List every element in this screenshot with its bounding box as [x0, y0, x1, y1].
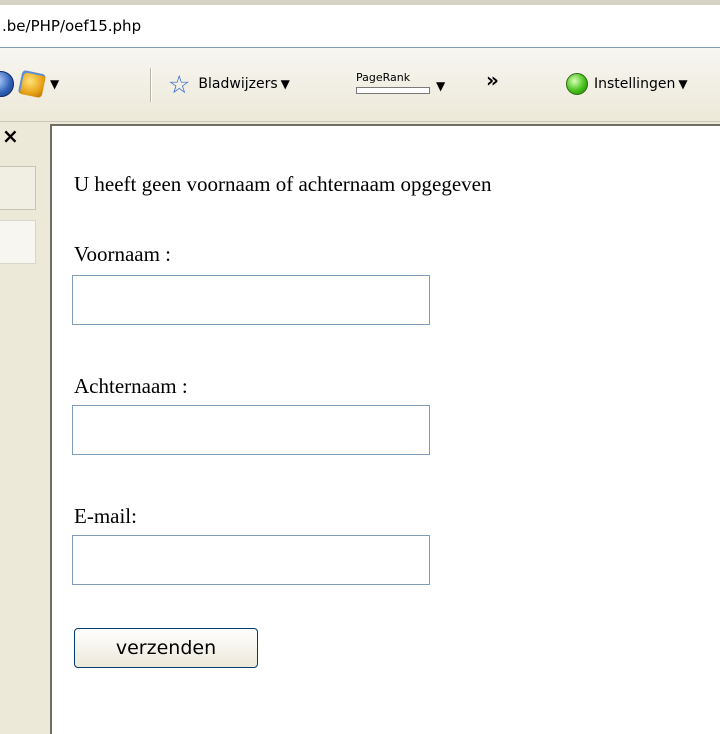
email-label: E-mail:	[74, 504, 137, 528]
window-edge	[0, 0, 720, 5]
address-bar[interactable]: .be/PHP/oef15.php	[0, 0, 720, 48]
green-status-icon	[566, 73, 588, 95]
pagerank-button[interactable]: PageRank ▼	[356, 60, 445, 104]
globe-icon	[0, 71, 14, 97]
bookmarks-label: Bladwijzers	[198, 76, 278, 92]
sidebar-item[interactable]	[0, 166, 36, 210]
toolbar: ▼ ☆ Bladwijzers ▼ PageRank ▼ » Instellin…	[0, 48, 720, 122]
close-icon[interactable]: ×	[2, 126, 19, 146]
page-content: U heeft geen voornaam of achternaam opge…	[50, 124, 720, 734]
toolbar-gear-icon	[17, 69, 47, 99]
chevron-down-icon: ▼	[50, 77, 60, 91]
voornaam-input[interactable]	[72, 275, 430, 325]
voornaam-label: Voornaam :	[74, 242, 172, 266]
settings-button[interactable]: Instellingen ▼	[566, 62, 688, 106]
bookmarks-button[interactable]: ☆ Bladwijzers ▼	[168, 62, 290, 106]
star-icon: ☆	[168, 69, 191, 99]
achternaam-label: Achternaam :	[74, 374, 188, 398]
pagerank-widget: PageRank	[356, 71, 430, 94]
submit-button[interactable]: verzenden	[74, 628, 258, 668]
chevron-down-icon: ▼	[280, 77, 290, 91]
pagerank-bar	[356, 86, 430, 94]
error-message: U heeft geen voornaam of achternaam opge…	[74, 172, 492, 196]
globe-button[interactable]	[0, 62, 14, 106]
chevron-down-icon: ▼	[678, 77, 688, 91]
email-input[interactable]	[72, 535, 430, 585]
address-url[interactable]: .be/PHP/oef15.php	[2, 17, 141, 35]
sidebar-item[interactable]	[0, 220, 36, 264]
toolbar-separator	[150, 68, 151, 102]
sidebar: ×	[0, 122, 50, 724]
gear-menu-button[interactable]: ▼	[17, 62, 60, 106]
settings-label: Instellingen	[594, 76, 676, 92]
toolbar-overflow-button[interactable]: »	[486, 58, 499, 102]
pagerank-label: PageRank	[356, 70, 411, 84]
chevron-down-icon: ▼	[436, 79, 446, 93]
achternaam-input[interactable]	[72, 405, 430, 455]
